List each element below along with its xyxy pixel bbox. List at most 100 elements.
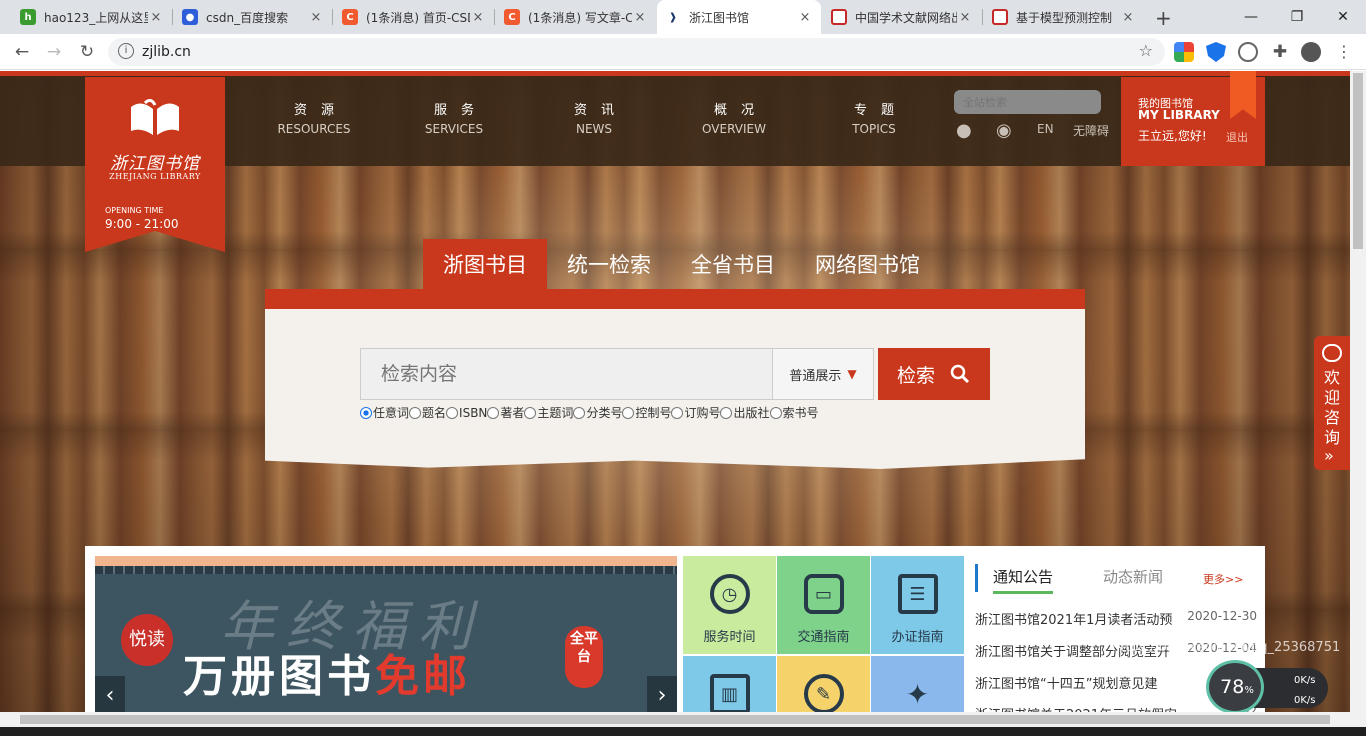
service-card[interactable]: ☰ 办证指南 bbox=[871, 556, 964, 654]
tab-cnki-1[interactable]: 中国学术文献网络出版总库 × bbox=[823, 0, 981, 34]
radio-icon[interactable] bbox=[622, 406, 635, 419]
tab-csdn-home[interactable]: C (1条消息) 首页-CSDN × bbox=[334, 0, 494, 34]
user-greeting: 王立远,您好! bbox=[1138, 129, 1207, 143]
promo-banner[interactable]: 年终福利 悦读 万册图书免邮 全平台 ‹ › bbox=[95, 556, 677, 712]
reload-icon[interactable]: ↻ bbox=[75, 40, 99, 64]
url-text[interactable]: zjlib.cn bbox=[142, 44, 191, 60]
radio-icon[interactable] bbox=[487, 406, 500, 419]
radio-icon[interactable] bbox=[671, 406, 684, 419]
tab-province-catalog[interactable]: 全省书目 bbox=[671, 239, 795, 289]
lang-en-link[interactable]: EN bbox=[1037, 122, 1054, 136]
option-call-number[interactable]: 索书号 bbox=[769, 404, 819, 421]
card-icon: ☰ bbox=[897, 574, 938, 614]
tab-close-icon[interactable]: × bbox=[308, 10, 324, 25]
profile-avatar-icon[interactable] bbox=[1301, 42, 1321, 62]
my-library-en: MY LIBRARY bbox=[1138, 108, 1220, 122]
radio-icon[interactable] bbox=[446, 406, 459, 419]
site-info-icon[interactable]: i bbox=[118, 43, 134, 59]
banner-badge: 全平台 bbox=[565, 626, 603, 688]
tab-close-icon[interactable]: × bbox=[470, 10, 486, 25]
option-order-number[interactable]: 订购号 bbox=[671, 404, 720, 421]
close-window-button[interactable]: ✕ bbox=[1320, 0, 1366, 34]
consult-side-button[interactable]: 欢迎咨询 » bbox=[1314, 336, 1350, 470]
tab-hao123[interactable]: h hao123_上网从这里开始 × bbox=[12, 0, 172, 34]
horizontal-scrollbar[interactable] bbox=[0, 712, 1350, 727]
accessibility-link[interactable]: 无障碍 bbox=[1073, 122, 1109, 139]
download-speed: 0K/s bbox=[1294, 695, 1316, 706]
nav-news[interactable]: 资讯 NEWS bbox=[539, 99, 649, 136]
news-item[interactable]: 浙江图书馆2021年1月读者活动预 2020-12-30 bbox=[975, 609, 1257, 628]
service-books[interactable]: ▥ bbox=[683, 656, 776, 712]
tab-notices[interactable]: 通知公告 bbox=[993, 566, 1054, 594]
chat-bubble-icon bbox=[1322, 344, 1342, 362]
radio-icon[interactable] bbox=[573, 406, 586, 419]
site-search-input[interactable] bbox=[954, 90, 1101, 114]
tab-news[interactable]: 动态新闻 bbox=[1103, 566, 1163, 587]
nav-label-zh: 资源 bbox=[293, 103, 348, 118]
option-class-number[interactable]: 分类号 bbox=[573, 404, 622, 421]
tab-csdn-baidu[interactable]: ● csdn_百度搜索 × bbox=[174, 0, 332, 34]
service-transport[interactable]: ▭ 交通指南 bbox=[777, 556, 870, 654]
banner-prev-button[interactable]: ‹ bbox=[95, 676, 125, 712]
tab-cnki-2[interactable]: 基于模型预测控制 × bbox=[984, 0, 1144, 34]
book-icon: ▥ bbox=[709, 674, 750, 712]
news-title: 浙江图书馆“十四五”规划意见建 bbox=[975, 677, 1158, 692]
radio-icon[interactable] bbox=[769, 406, 782, 419]
nav-topics[interactable]: 专题 TOPICS bbox=[819, 99, 929, 136]
cloud-extension-icon[interactable] bbox=[1238, 42, 1258, 62]
minimize-button[interactable]: — bbox=[1228, 0, 1274, 34]
tab-close-icon[interactable]: × bbox=[148, 10, 164, 25]
more-link[interactable]: 更多>> bbox=[1203, 571, 1243, 587]
option-isbn[interactable]: ISBN bbox=[446, 406, 487, 420]
banner-next-button[interactable]: › bbox=[647, 676, 677, 712]
option-any-word[interactable]: 任意词 bbox=[360, 404, 409, 421]
option-author[interactable]: 著者 bbox=[487, 404, 524, 421]
radio-icon[interactable] bbox=[360, 406, 372, 419]
tab-csdn-write[interactable]: C (1条消息) 写文章-CSDN × bbox=[496, 0, 656, 34]
search-box: 普通展示 ▼ 检索 任意词 题名 ISBN 著者 主题词 分类号 控制号 订购号… bbox=[265, 309, 1085, 459]
tab-zj-catalog[interactable]: 浙图书目 bbox=[423, 239, 547, 289]
extension-colorful-icon[interactable] bbox=[1174, 42, 1194, 62]
network-speed-widget[interactable]: 78% 0K/s 0K/s bbox=[1206, 660, 1328, 714]
service-people[interactable]: ✦ bbox=[871, 656, 964, 712]
tab-title: 基于模型预测控制 bbox=[1016, 10, 1113, 25]
browser-menu-icon[interactable]: ⋮ bbox=[1334, 42, 1354, 62]
puzzle-extensions-icon[interactable]: ✚ bbox=[1270, 42, 1290, 62]
weibo-icon[interactable]: ◉ bbox=[996, 120, 1012, 141]
bookmark-star-icon[interactable]: ☆ bbox=[1139, 41, 1153, 60]
search-input[interactable] bbox=[360, 348, 773, 400]
radio-icon[interactable] bbox=[524, 406, 537, 419]
option-publisher[interactable]: 出版社 bbox=[720, 404, 770, 421]
logout-link[interactable]: 退出 bbox=[1226, 129, 1248, 145]
radio-icon[interactable] bbox=[720, 406, 733, 419]
back-arrow-icon[interactable]: ← bbox=[10, 40, 34, 64]
radio-icon[interactable] bbox=[409, 406, 422, 419]
option-control-number[interactable]: 控制号 bbox=[622, 404, 671, 421]
vertical-scrollbar[interactable] bbox=[1350, 71, 1366, 727]
tab-close-icon[interactable]: × bbox=[632, 10, 648, 25]
tab-network-library[interactable]: 网络图书馆 bbox=[795, 239, 940, 289]
clock-icon: ◷ bbox=[709, 574, 750, 614]
option-title[interactable]: 题名 bbox=[409, 404, 446, 421]
search-button[interactable]: 检索 bbox=[878, 348, 990, 400]
forward-arrow-icon[interactable]: → bbox=[42, 40, 66, 64]
nav-resources[interactable]: 资源 RESOURCES bbox=[259, 99, 369, 136]
tab-unified-search[interactable]: 统一检索 bbox=[547, 239, 671, 289]
service-hours[interactable]: ◷ 服务时间 bbox=[683, 556, 776, 654]
wechat-icon[interactable]: ● bbox=[956, 120, 972, 141]
nav-overview[interactable]: 概况 OVERVIEW bbox=[679, 99, 789, 136]
address-bar[interactable]: i zjlib.cn ☆ bbox=[108, 38, 1165, 66]
option-subject[interactable]: 主题词 bbox=[524, 404, 573, 421]
content-panel: 年终福利 悦读 万册图书免邮 全平台 ‹ › ◷ 服务时间 ▭ 交通指南 ☰ 办… bbox=[85, 546, 1265, 712]
library-logo[interactable]: 浙江图书馆 ZHEJIANG LIBRARY OPENING TIME 9:00… bbox=[85, 77, 225, 252]
restore-button[interactable]: ❐ bbox=[1274, 0, 1320, 34]
tab-close-icon[interactable]: × bbox=[1120, 10, 1136, 25]
new-tab-button[interactable]: + bbox=[1155, 6, 1172, 30]
opening-time-label: OPENING TIME bbox=[105, 206, 164, 215]
tab-close-icon[interactable]: × bbox=[957, 10, 973, 25]
nav-services[interactable]: 服务 SERVICES bbox=[399, 99, 509, 136]
service-search[interactable]: ✎ bbox=[777, 656, 870, 712]
display-mode-select[interactable]: 普通展示 ▼ bbox=[772, 348, 874, 400]
tab-close-icon[interactable]: × bbox=[797, 10, 813, 25]
tab-zjlib[interactable]: ❱ 浙江图书馆 × bbox=[657, 0, 821, 34]
